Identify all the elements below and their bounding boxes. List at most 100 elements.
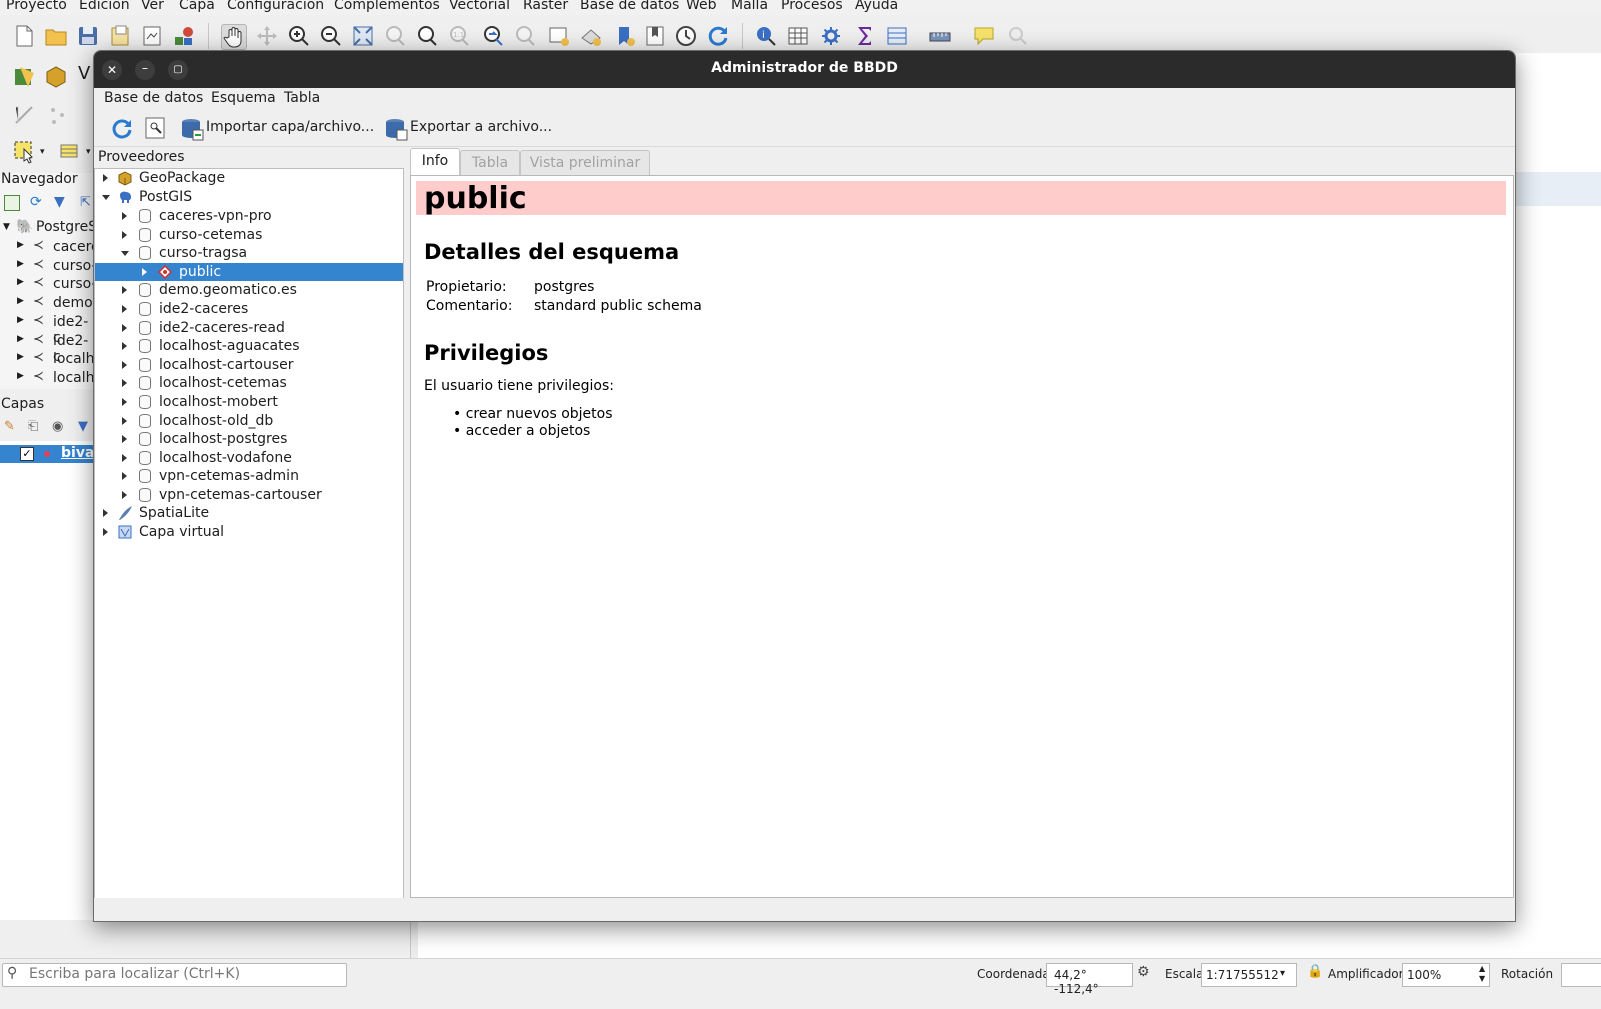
expand-arrow-icon[interactable] (122, 212, 127, 220)
expand-arrow-icon[interactable] (122, 230, 127, 239)
map-canvas[interactable] (1514, 53, 1601, 958)
tree-item-connection[interactable]: curso-tragsa (95, 244, 403, 262)
tab-vista-preliminar[interactable]: Vista preliminar (520, 150, 650, 175)
tree-item-connection[interactable]: vpn-cetemas-cartouser (95, 486, 403, 504)
datasource-manager-icon[interactable] (12, 63, 38, 89)
processing-toolbox-icon[interactable] (819, 24, 843, 48)
save-icon[interactable] (76, 24, 100, 48)
tree-item-connection[interactable]: demo.geomatico.es (95, 281, 403, 299)
magnifier-spinbox[interactable]: 100% ▲ ▼ (1402, 963, 1490, 987)
dialog-titlebar[interactable]: ✕ – ▢ Administrador de BBDD (94, 51, 1515, 88)
style-manager-icon[interactable] (172, 24, 196, 48)
measure-line-icon[interactable] (928, 24, 952, 48)
expand-arrow-icon[interactable] (103, 509, 108, 517)
expand-arrow-icon[interactable] (122, 342, 127, 351)
select-features-icon[interactable] (12, 139, 38, 165)
refresh-icon[interactable] (110, 116, 134, 140)
scale-combobox[interactable]: 1:71755512 ▾ (1201, 963, 1297, 987)
manage-visibility-icon[interactable]: ◉ (52, 419, 63, 434)
menu-malla[interactable]: Malla (731, 0, 768, 13)
rotation-field[interactable] (1561, 963, 1601, 987)
expand-arrow-icon[interactable]: ▶ (17, 371, 24, 381)
tree-item-virtual-layer[interactable]: Capa virtual (95, 523, 403, 541)
tree-item-connection[interactable]: curso-cetemas (95, 226, 403, 244)
new-map-view-icon[interactable] (547, 24, 571, 48)
lock-scale-icon[interactable]: 🔒 (1307, 964, 1323, 979)
attribute-select-icon[interactable] (58, 139, 84, 165)
add-geopackage-layer-icon[interactable] (44, 63, 70, 89)
expand-arrow-icon[interactable]: ▶ (17, 352, 24, 362)
zoom-full-icon[interactable] (351, 24, 375, 48)
locator-search-box[interactable]: ⚲ Escriba para localizar (Ctrl+K) (2, 963, 347, 987)
menu-tabla[interactable]: Tabla (284, 90, 320, 106)
open-folder-icon[interactable] (44, 24, 68, 48)
expand-arrow-icon[interactable] (122, 398, 127, 406)
tree-item-schema-selected[interactable]: public (95, 262, 403, 281)
temporal-controller-icon[interactable] (674, 24, 698, 48)
pan-to-selection-icon[interactable] (255, 24, 279, 48)
menu-configuracion[interactable]: Configuración (227, 0, 324, 13)
browser-connection-item[interactable]: ▶ ≺ ide2-c (0, 332, 94, 365)
tree-item-connection[interactable]: localhost-postgres (95, 430, 403, 448)
zoom-out-icon[interactable] (319, 24, 343, 48)
expand-arrow-icon[interactable]: ▶ (17, 240, 24, 250)
expand-arrow-icon[interactable]: ▶ (17, 277, 24, 287)
show-bookmarks-icon[interactable] (643, 24, 667, 48)
expand-arrow-icon[interactable]: ▶ (17, 296, 24, 306)
menu-ayuda[interactable]: Ayuda (855, 0, 898, 13)
layer-styling-icon[interactable]: ✎ (4, 419, 15, 434)
expand-arrow-icon[interactable]: ▼ (3, 222, 10, 232)
new-bookmark-icon[interactable] (613, 24, 637, 48)
expand-arrow-icon[interactable]: ▶ (17, 259, 24, 269)
zoom-in-icon[interactable] (287, 24, 311, 48)
browser-connection-item[interactable]: ▶ ≺ localh (0, 369, 95, 388)
coordinate-field[interactable]: 44,2° -112,4° (1046, 963, 1133, 996)
tree-item-connection[interactable]: localhost-mobert (95, 393, 403, 411)
expand-arrow-icon[interactable] (122, 323, 127, 332)
digitize-icon[interactable] (12, 103, 38, 129)
new-3d-view-icon[interactable] (579, 24, 603, 48)
magnifier-stepper-icon[interactable]: ▲ ▼ (1479, 964, 1485, 984)
filter-legend-icon[interactable]: ▼ (78, 419, 88, 434)
tree-item-geopackage[interactable]: GeoPackage (95, 169, 403, 187)
browser-connection-item[interactable]: ▶ ≺ curso- (0, 275, 97, 294)
collapse-all-icon[interactable]: ⇱ (80, 195, 91, 210)
expand-arrow-icon[interactable] (122, 305, 127, 313)
expand-arrow-icon[interactable] (122, 435, 127, 444)
vertex-tool-icon[interactable] (46, 103, 72, 129)
expand-arrow-icon[interactable] (122, 453, 127, 462)
zoom-last-icon[interactable] (481, 24, 505, 48)
expand-arrow-icon[interactable] (122, 379, 127, 388)
tree-item-spatialite[interactable]: SpatiaLite (95, 504, 403, 522)
filter-browser-icon[interactable]: ▼ (54, 194, 65, 210)
zoom-to-selection-icon[interactable] (383, 24, 407, 48)
tree-item-connection[interactable]: localhost-aguacates (95, 337, 403, 355)
refresh-browser-icon[interactable]: ⟳ (30, 194, 42, 210)
map-canvas-lower[interactable] (418, 920, 1601, 958)
save-as-icon[interactable] (108, 24, 132, 48)
menu-proyecto[interactable]: Proyecto (6, 0, 67, 13)
select-dropdown-chevron-icon[interactable]: ▾ (40, 147, 48, 157)
menu-procesos[interactable]: Procesos (781, 0, 843, 13)
browser-root-postgresql[interactable]: PostgreS (36, 219, 97, 235)
tree-item-connection[interactable]: vpn-cetemas-admin (95, 467, 403, 485)
expand-arrow-icon[interactable] (103, 528, 108, 536)
menu-ver[interactable]: Ver (141, 0, 164, 13)
tree-item-connection[interactable]: localhost-vodafone (95, 449, 403, 467)
menu-capa[interactable]: Capa (179, 0, 215, 13)
refresh-icon[interactable] (706, 24, 730, 48)
menu-complementos[interactable]: Complementos (334, 0, 440, 13)
expand-arrow-icon[interactable] (122, 286, 127, 295)
zoom-to-layer-icon[interactable] (415, 24, 439, 48)
open-field-calculator-icon[interactable] (885, 24, 909, 48)
layer-row-selected[interactable]: ✓ bival (0, 445, 99, 463)
browser-connection-item[interactable]: ▶ ≺ demo. (0, 294, 97, 313)
menu-esquema[interactable]: Esquema (211, 90, 276, 106)
attribute-table-icon[interactable] (786, 24, 810, 48)
menu-edicion[interactable]: Edición (79, 0, 130, 13)
collapse-arrow-icon[interactable] (102, 195, 110, 200)
browser-connection-item[interactable]: ▶ ≺ localh (0, 350, 95, 369)
add-vector-layer-icon[interactable]: V (78, 63, 94, 89)
identify-features-icon[interactable]: i (754, 24, 778, 48)
collapse-arrow-icon[interactable] (121, 251, 129, 257)
